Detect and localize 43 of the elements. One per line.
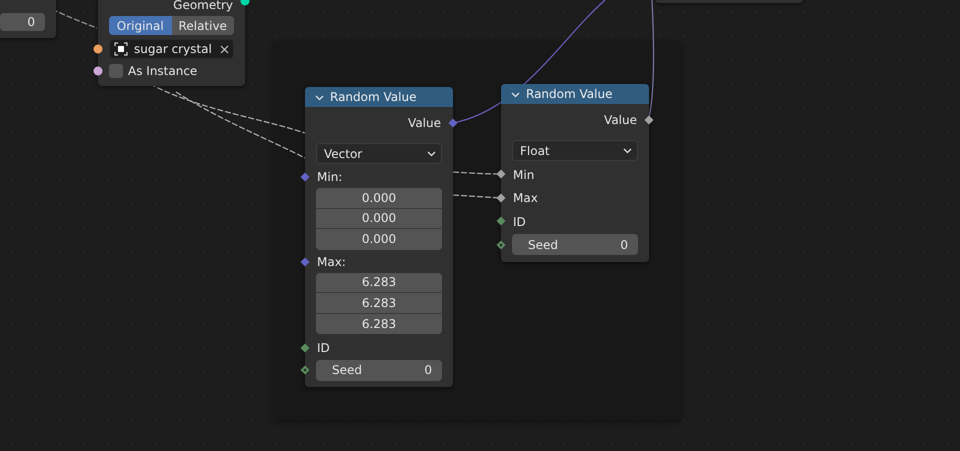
toggle-option[interactable]: Original [109, 16, 172, 35]
collapse-caret-icon[interactable] [315, 92, 324, 102]
socket-icon[interactable] [644, 115, 654, 125]
socket-icon[interactable] [496, 216, 506, 226]
socket-label: Min: [317, 169, 342, 186]
socket-label: Geometry [173, 0, 233, 14]
number-field[interactable]: 0.000 [316, 188, 442, 208]
node-title: Random Value [330, 89, 416, 106]
socket-icon[interactable] [300, 343, 310, 353]
socket-label: Min [513, 166, 534, 184]
socket-icon[interactable] [496, 192, 506, 202]
socket-icon[interactable] [93, 44, 103, 54]
close-icon[interactable] [220, 44, 229, 54]
number-field[interactable]: Seed 0 [512, 234, 638, 255]
number-field[interactable]: 0.000 [316, 229, 442, 250]
number-field[interactable]: 0 [0, 13, 45, 31]
socket-label: Value [408, 115, 441, 132]
socket-label: Max [513, 190, 538, 208]
type-dropdown[interactable]: Float [512, 140, 638, 161]
socket-label: Max: [317, 254, 346, 270]
caret-icon[interactable] [427, 149, 436, 158]
socket-icon[interactable] [93, 66, 103, 76]
socket-label: ID [513, 214, 526, 231]
socket-icon[interactable] [496, 240, 506, 250]
collapse-caret-icon[interactable] [511, 90, 520, 98]
toggle-option[interactable]: Relative [172, 16, 234, 35]
object-icon [114, 42, 128, 56]
node-title: Random Value [526, 86, 612, 103]
socket-icon[interactable] [496, 169, 506, 179]
object-field[interactable]: sugar crystal [109, 39, 234, 59]
number-field[interactable]: 6.283 [316, 272, 442, 293]
number-field[interactable]: 6.283 [316, 314, 442, 334]
checkbox[interactable] [109, 64, 123, 78]
field-value: 0 [27, 14, 35, 31]
socket-label: ID [317, 340, 330, 357]
socket-label: Value [604, 112, 637, 129]
socket-icon[interactable] [300, 365, 310, 375]
type-dropdown[interactable]: Vector [316, 143, 442, 164]
number-field[interactable]: 6.283 [316, 293, 442, 314]
number-field[interactable]: 0.000 [316, 208, 442, 229]
number-field[interactable]: Seed 0 [316, 360, 442, 380]
checkbox-label: As Instance [128, 63, 198, 80]
caret-icon[interactable] [623, 146, 632, 155]
